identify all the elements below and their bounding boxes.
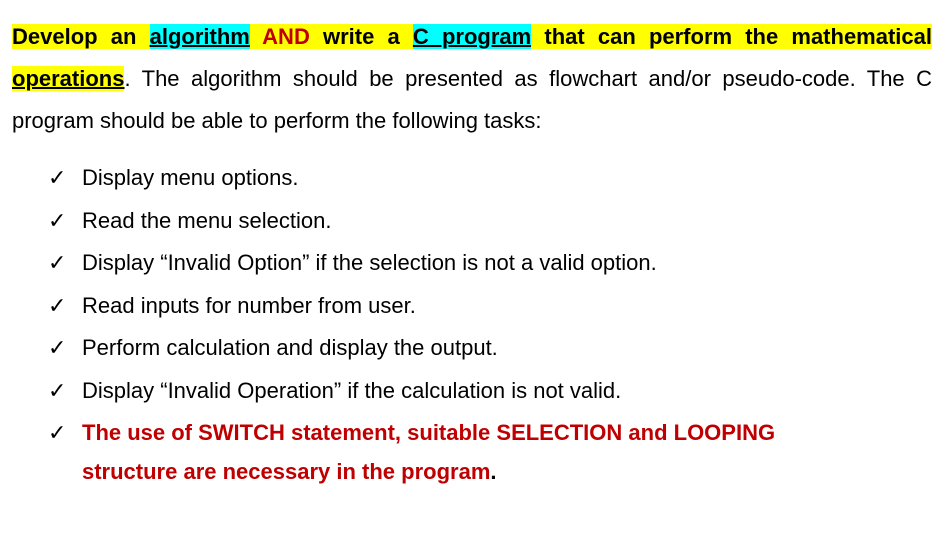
intro-write-a: write a <box>323 24 413 49</box>
intro-paragraph: Develop an algorithm AND write a C progr… <box>12 16 932 141</box>
intro-and: AND <box>250 24 323 49</box>
item-text-line1: The use of SWITCH statement, suitable SE… <box>82 420 775 445</box>
item-text: Display “Invalid Operation” if the calcu… <box>82 378 621 403</box>
item-text-period: . <box>490 459 496 484</box>
list-item: Read inputs for number from user. <box>48 287 922 326</box>
list-item: Read the menu selection. <box>48 202 922 241</box>
list-item: Display “Invalid Operation” if the calcu… <box>48 372 922 411</box>
task-checklist: Display menu options. Read the menu sele… <box>48 159 932 491</box>
item-text-line2: structure are necessary in the program <box>82 459 490 484</box>
intro-algorithm: algorithm <box>150 24 250 49</box>
list-item: Display “Invalid Option” if the selectio… <box>48 244 922 283</box>
item-text: Perform calculation and display the outp… <box>82 335 498 360</box>
list-item: Perform calculation and display the outp… <box>48 329 922 368</box>
intro-operations: operations <box>12 66 124 91</box>
intro-tail: . The algorithm should be presented as f… <box>12 66 932 133</box>
intro-develop-an: Develop an <box>12 24 150 49</box>
list-item: Display menu options. <box>48 159 922 198</box>
list-item: The use of SWITCH statement, suitable SE… <box>48 414 922 491</box>
intro-perform-math: that can perform the mathematical <box>531 24 932 49</box>
item-text: Read inputs for number from user. <box>82 293 416 318</box>
item-text: Display menu options. <box>82 165 298 190</box>
intro-c-program: C program <box>413 24 531 49</box>
item-text: Read the menu selection. <box>82 208 332 233</box>
item-text: Display “Invalid Option” if the selectio… <box>82 250 657 275</box>
